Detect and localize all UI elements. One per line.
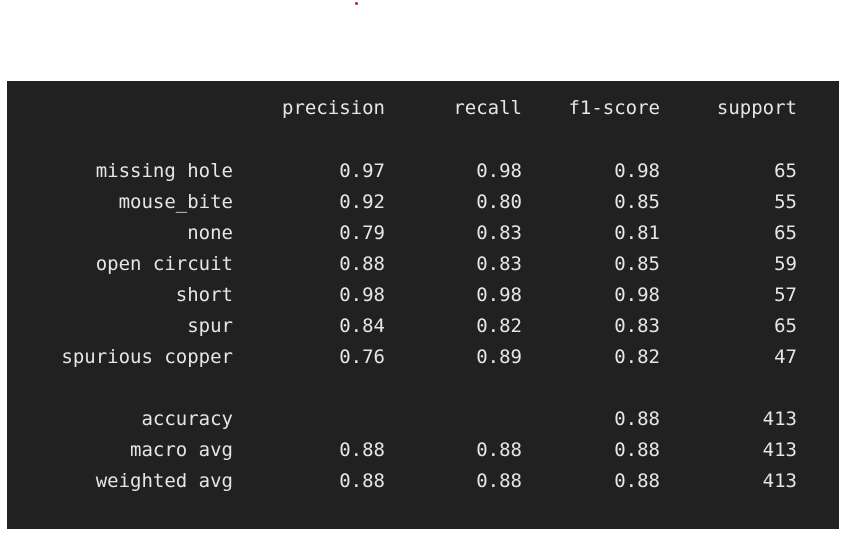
summary-support: 413	[762, 470, 797, 492]
row-label: spur	[187, 315, 233, 337]
row-f1: 0.98	[614, 160, 660, 182]
row-recall: 0.98	[476, 160, 522, 182]
row-label: spurious copper	[61, 346, 233, 368]
classification-report-table: precision recall f1-score support missin…	[7, 81, 839, 529]
row-f1: 0.85	[614, 191, 660, 213]
summary-recall: 0.88	[476, 470, 522, 492]
row-f1: 0.83	[614, 315, 660, 337]
row-precision: 0.88	[339, 253, 385, 275]
summary-label: weighted avg	[95, 470, 233, 492]
summary-recall: 0.88	[476, 439, 522, 461]
row-support: 65	[774, 160, 797, 182]
row-precision: 0.84	[339, 315, 385, 337]
row-f1: 0.85	[614, 253, 660, 275]
row-label: none	[187, 222, 233, 244]
header-f1-score: f1-score	[568, 97, 660, 119]
row-support: 47	[774, 346, 797, 368]
summary-precision: 0.88	[339, 439, 385, 461]
summary-support: 413	[762, 408, 797, 430]
row-recall: 0.98	[476, 284, 522, 306]
row-support: 59	[774, 253, 797, 275]
summary-f1: 0.88	[614, 470, 660, 492]
row-recall: 0.83	[476, 222, 522, 244]
row-recall: 0.82	[476, 315, 522, 337]
row-label: open circuit	[95, 253, 233, 275]
row-f1: 0.82	[614, 346, 660, 368]
row-label: mouse_bite	[118, 191, 233, 213]
row-f1: 0.98	[614, 284, 660, 306]
row-label: short	[175, 284, 233, 306]
row-precision: 0.79	[339, 222, 385, 244]
row-precision: 0.97	[339, 160, 385, 182]
header-support: support	[716, 97, 797, 119]
row-recall: 0.80	[476, 191, 522, 213]
header-recall: recall	[453, 97, 522, 119]
summary-f1: 0.88	[614, 439, 660, 461]
header-precision: precision	[282, 97, 385, 119]
decorative-dot	[355, 2, 358, 5]
row-precision: 0.92	[339, 191, 385, 213]
summary-support: 413	[762, 439, 797, 461]
row-f1: 0.81	[614, 222, 660, 244]
row-precision: 0.98	[339, 284, 385, 306]
row-support: 65	[774, 222, 797, 244]
summary-f1: 0.88	[614, 408, 660, 430]
summary-precision: 0.88	[339, 470, 385, 492]
row-support: 55	[774, 191, 797, 213]
row-support: 57	[774, 284, 797, 306]
row-support: 65	[774, 315, 797, 337]
summary-label: accuracy	[141, 408, 233, 430]
row-precision: 0.76	[339, 346, 385, 368]
row-recall: 0.83	[476, 253, 522, 275]
summary-label: macro avg	[130, 439, 233, 461]
row-label: missing hole	[95, 160, 233, 182]
row-recall: 0.89	[476, 346, 522, 368]
classification-report-output: precision recall f1-score support missin…	[7, 81, 839, 529]
